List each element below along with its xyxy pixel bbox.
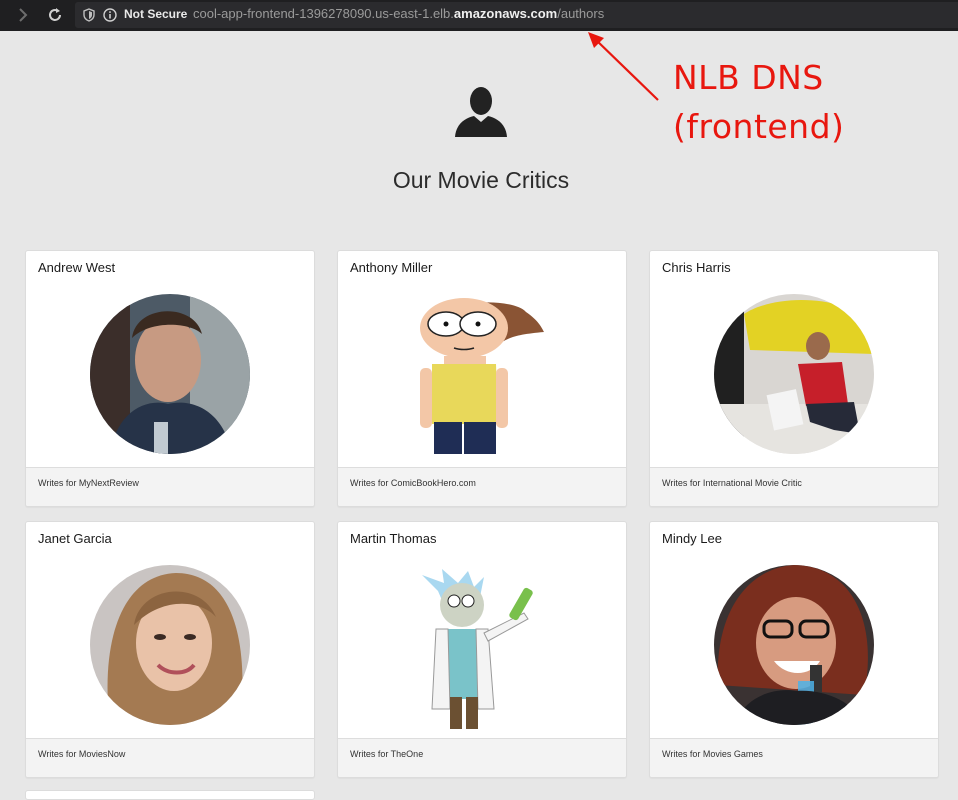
critic-photo — [714, 294, 874, 454]
reload-icon[interactable] — [46, 6, 64, 24]
critic-card[interactable]: Martin Thomas Writes for TheOne — [337, 521, 627, 778]
annotation-line-1: NLB DNS — [673, 58, 824, 97]
critic-photo — [90, 565, 250, 725]
card-footer: Writes for MyNextReview — [26, 467, 314, 506]
critic-name: Martin Thomas — [350, 531, 437, 546]
critic-name: Andrew West — [38, 260, 116, 275]
critic-name: Chris Harris — [662, 260, 731, 275]
user-icon — [455, 87, 507, 137]
critic-outlet: Writes for TheOne — [350, 749, 424, 759]
critic-name: Anthony Miller — [350, 260, 433, 275]
critic-card[interactable]: Anthony Miller Writes for ComicBookHero.… — [337, 250, 627, 507]
critic-outlet: Writes for ComicBookHero.com — [350, 478, 476, 488]
critic-card[interactable]: Andrew West Writes for MyNextReview — [25, 250, 315, 507]
card-footer: Writes for ComicBookHero.com — [338, 467, 626, 506]
url-path: /authors — [557, 6, 605, 21]
critic-photo — [422, 569, 533, 729]
critic-card[interactable]: Mindy Lee Writes for Movies Games — [649, 521, 939, 778]
critic-card[interactable]: Janet Garcia Writes for MoviesNow — [25, 521, 315, 778]
critic-card-partial[interactable] — [25, 790, 315, 800]
card-footer: Writes for International Movie Critic — [650, 467, 938, 506]
forward-icon[interactable] — [14, 6, 32, 24]
critic-outlet: Writes for MyNextReview — [38, 478, 139, 488]
annotation-label: NLB DNS (frontend) — [673, 53, 844, 151]
shield-icon[interactable] — [83, 8, 95, 22]
critic-outlet: Writes for Movies Games — [662, 749, 763, 759]
url-domain: amazonaws.com — [453, 6, 558, 21]
info-icon[interactable] — [103, 8, 117, 22]
critic-name: Mindy Lee — [662, 531, 722, 546]
annotation-line-2: (frontend) — [673, 107, 845, 146]
critic-name: Janet Garcia — [38, 531, 112, 546]
annotation-arrow — [588, 32, 659, 101]
card-footer: Writes for TheOne — [338, 738, 626, 777]
critic-photo — [420, 298, 544, 454]
page-title: Our Movie Critics — [392, 167, 570, 194]
critic-photo — [714, 565, 874, 725]
security-status[interactable]: Not Secure — [124, 7, 187, 21]
critic-photo — [90, 294, 250, 454]
critic-outlet: Writes for International Movie Critic — [662, 478, 802, 488]
card-footer: Writes for Movies Games — [650, 738, 938, 777]
critic-card[interactable]: Chris Harris Writes for International Mo… — [649, 250, 939, 507]
card-footer: Writes for MoviesNow — [26, 738, 314, 777]
address-bar[interactable]: Not Secure cool-app-frontend-1396278090.… — [75, 2, 958, 28]
browser-toolbar: Not Secure cool-app-frontend-1396278090.… — [0, 0, 958, 31]
url-text[interactable]: cool-app-frontend-1396278090.us-east-1.e… — [193, 6, 604, 21]
url-prefix: cool-app-frontend-1396278090.us-east-1.e… — [193, 6, 454, 21]
critic-outlet: Writes for MoviesNow — [38, 749, 126, 759]
